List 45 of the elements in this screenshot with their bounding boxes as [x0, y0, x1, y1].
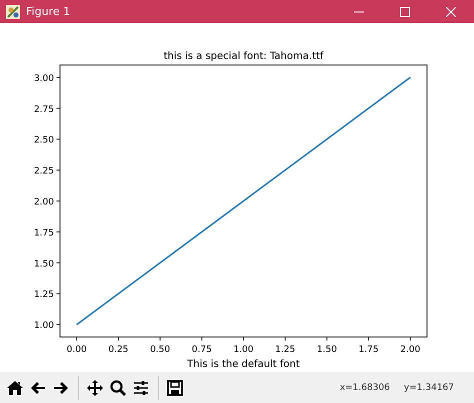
tick-mark	[326, 336, 328, 341]
axis-label: This is the default font	[187, 359, 300, 370]
maximize-icon	[400, 6, 410, 16]
tick-mark	[76, 336, 78, 341]
tick-label: 0.00	[66, 345, 87, 355]
tick-label: 1.25	[275, 345, 296, 355]
cursor-coordinate: x=1.68306	[340, 382, 390, 392]
tick-label: 2.75	[34, 104, 54, 115]
tick-mark	[56, 262, 60, 264]
tick-label: 1.00	[34, 321, 54, 332]
tick-label: 3.00	[34, 74, 54, 84]
app-icon	[6, 4, 20, 18]
tick-label: 2.00	[34, 198, 54, 208]
tick-mark	[56, 76, 60, 78]
tick-label: 1.00	[233, 345, 254, 355]
tick-mark	[56, 200, 60, 202]
tick-label: 1.75	[358, 345, 379, 355]
tick-mark	[56, 324, 60, 326]
tick-label: 1.75	[34, 228, 54, 238]
tick-mark	[284, 336, 286, 341]
tick-label: 1.25	[34, 290, 54, 300]
tick-mark	[368, 336, 370, 341]
close-icon	[446, 6, 456, 16]
tick-mark	[410, 336, 411, 341]
tick-mark	[56, 293, 60, 294]
tick-mark	[118, 336, 119, 341]
window-title: Figure 1	[26, 5, 72, 18]
cursor-coordinate: y=1.34167	[404, 382, 454, 392]
tick-mark	[56, 108, 60, 109]
tick-label: 0.75	[192, 345, 212, 355]
tick-mark	[56, 138, 60, 140]
tick-mark	[201, 336, 202, 341]
tick-label: 1.50	[316, 345, 337, 355]
tick-label: 0.50	[150, 345, 170, 355]
move-icon	[86, 378, 104, 396]
search-icon	[109, 378, 127, 396]
tick-label: 0.25	[108, 345, 128, 355]
tick-mark	[243, 336, 244, 341]
tick-label: 1.50	[34, 259, 54, 270]
chart-title: this is a special font: Tahoma.ttf	[164, 51, 324, 62]
tick-label: 2.00	[400, 345, 420, 355]
tick-label: 2.25	[34, 166, 54, 177]
tick-label: 2.50	[34, 136, 54, 146]
home-icon	[6, 378, 24, 396]
sliders-icon	[132, 378, 150, 396]
